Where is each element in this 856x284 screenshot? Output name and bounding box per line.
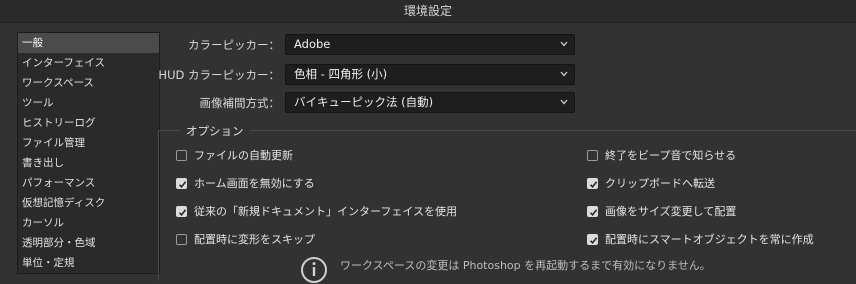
chevron-down-icon bbox=[560, 41, 568, 47]
sidebar-item-file-handling[interactable]: ファイル管理 bbox=[18, 133, 159, 153]
options-legend: オプション bbox=[180, 123, 250, 139]
sidebar-item-general[interactable]: 一般 bbox=[18, 33, 159, 53]
hud-color-picker-dropdown[interactable]: 色相 - 四角形 (小) bbox=[285, 64, 575, 85]
color-picker-dropdown[interactable]: Adobe bbox=[285, 34, 575, 55]
checkbox-box[interactable] bbox=[176, 150, 187, 161]
checkbox-label: 配置時に変形をスキップ bbox=[194, 233, 315, 246]
sidebar-item-export[interactable]: 書き出し bbox=[18, 153, 159, 173]
checkmark-icon bbox=[589, 181, 598, 188]
checkbox-label: 画像をサイズ変更して配置 bbox=[605, 205, 737, 218]
info-icon bbox=[301, 257, 327, 283]
checkmark-icon bbox=[178, 209, 187, 216]
checkmark-icon bbox=[178, 181, 187, 188]
preferences-sidebar: 一般 インターフェイス ワークスペース ツール ヒストリーログ ファイル管理 書… bbox=[17, 32, 160, 274]
sidebar-item-scratch-disks[interactable]: 仮想記憶ディスク bbox=[18, 193, 159, 213]
checkbox-box[interactable] bbox=[176, 178, 187, 189]
sidebar-item-performance[interactable]: パフォーマンス bbox=[18, 173, 159, 193]
checkbox-box[interactable] bbox=[587, 178, 598, 189]
hud-color-picker-label: HUD カラーピッカー： bbox=[158, 68, 280, 82]
sidebar-item-units-rulers[interactable]: 単位・定規 bbox=[18, 253, 159, 273]
window-title: 環境設定 bbox=[0, 0, 856, 23]
checkbox-label: 従来の「新規ドキュメント」インターフェイスを使用 bbox=[194, 205, 458, 218]
interpolation-label: 画像補間方式： bbox=[199, 96, 281, 110]
hud-color-picker-value: 色相 - 四角形 (小) bbox=[294, 67, 388, 81]
chevron-down-icon bbox=[560, 99, 568, 105]
restart-notice-text: ワークスペースの変更は Photoshop を再起動するまで有効になりません。 bbox=[340, 259, 711, 272]
checkbox-label: ファイルの自動更新 bbox=[194, 149, 293, 162]
sidebar-item-transparency-gamut[interactable]: 透明部分・色域 bbox=[18, 233, 159, 253]
interpolation-value: バイキューピック法 (自動) bbox=[294, 95, 434, 109]
color-picker-value: Adobe bbox=[294, 37, 331, 51]
checkmark-icon bbox=[589, 237, 598, 244]
checkbox-label: クリップボードへ転送 bbox=[605, 177, 715, 190]
checkbox-box[interactable] bbox=[587, 206, 598, 217]
sidebar-item-history-log[interactable]: ヒストリーログ bbox=[18, 113, 159, 133]
checkbox-box[interactable] bbox=[176, 234, 187, 245]
checkbox-label: ホーム画面を無効にする bbox=[194, 177, 315, 190]
checkbox-label: 終了をビープ音で知らせる bbox=[605, 149, 737, 162]
sidebar-item-cursors[interactable]: カーソル bbox=[18, 213, 159, 233]
sidebar-item-interface[interactable]: インターフェイス bbox=[18, 53, 159, 73]
color-picker-label: カラーピッカー： bbox=[188, 38, 280, 52]
checkbox-label: 配置時にスマートオブジェクトを常に作成 bbox=[605, 233, 814, 246]
checkbox-box[interactable] bbox=[587, 234, 598, 245]
sidebar-item-workspace[interactable]: ワークスペース bbox=[18, 73, 159, 93]
interpolation-dropdown[interactable]: バイキューピック法 (自動) bbox=[285, 92, 575, 113]
checkbox-box[interactable] bbox=[176, 206, 187, 217]
checkbox-box[interactable] bbox=[587, 150, 598, 161]
chevron-down-icon bbox=[560, 71, 568, 77]
sidebar-item-tools[interactable]: ツール bbox=[18, 93, 159, 113]
checkmark-icon bbox=[589, 209, 598, 216]
